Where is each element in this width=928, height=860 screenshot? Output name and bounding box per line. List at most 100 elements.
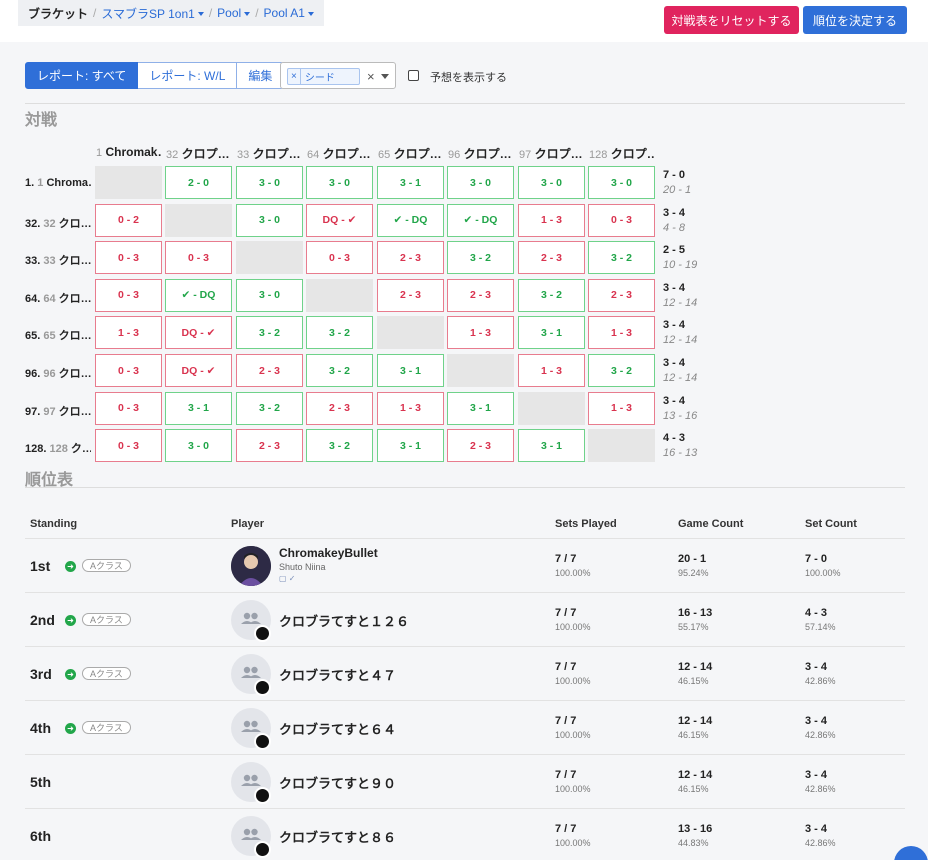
match-score-cell[interactable]: 3 - 0 [306, 166, 373, 199]
avatar[interactable] [231, 600, 271, 642]
match-score-cell[interactable]: 2 - 3 [236, 429, 303, 463]
reset-matches-button[interactable]: 対戦表をリセットする [664, 6, 799, 34]
match-score-cell[interactable]: 3 - 1 [447, 391, 514, 425]
row-record: 7 - 0 20 - 1 [663, 168, 691, 198]
row-rank: 1. [25, 177, 35, 189]
class-badge[interactable]: Aクラス [82, 667, 131, 680]
match-score-cell[interactable]: 3 - 2 [588, 354, 655, 387]
match-score-cell[interactable]: 3 - 2 [236, 391, 303, 425]
match-score-cell[interactable]: 3 - 2 [306, 429, 373, 463]
set-record: 3 - 4 [663, 206, 686, 219]
match-score-cell[interactable]: ✔ - DQ [165, 278, 232, 312]
match-score-cell[interactable]: 3 - 2 [236, 316, 303, 350]
class-badge[interactable]: Aクラス [82, 721, 131, 734]
breadcrumb-pool[interactable]: Pool A1 [264, 6, 314, 20]
match-score-cell[interactable]: DQ - ✔ [165, 354, 232, 387]
class-badge[interactable]: Aクラス [82, 559, 131, 572]
avatar[interactable] [231, 546, 271, 586]
player-name[interactable]: クロブラてすと９０ [279, 773, 396, 792]
finalize-standings-button[interactable]: 順位を決定する [803, 6, 907, 34]
report-all-button[interactable]: レポート: すべて [25, 62, 139, 89]
chip-remove-icon[interactable]: × [288, 69, 301, 84]
match-score-cell[interactable]: 0 - 3 [95, 278, 162, 312]
match-score-cell[interactable]: 3 - 1 [518, 316, 585, 350]
match-score-cell[interactable]: 2 - 3 [236, 354, 303, 387]
standings-row: 5th クロブラてすと９０ 7 / 7 100.00% 12 - 14 46.15% 3 -… [25, 754, 905, 808]
match-score-cell[interactable]: 3 - 2 [447, 241, 514, 275]
match-score-cell[interactable]: 3 - 0 [236, 278, 303, 312]
match-score-cell[interactable]: 2 - 3 [447, 278, 514, 312]
match-score-cell[interactable]: 2 - 3 [518, 241, 585, 275]
match-score-cell[interactable]: 2 - 3 [377, 241, 444, 275]
match-score-cell[interactable]: 3 - 0 [236, 166, 303, 199]
breadcrumb-tournament[interactable]: スマブラSP 1on1 [101, 5, 204, 22]
match-score-cell[interactable]: 1 - 3 [95, 316, 162, 350]
clear-icon[interactable]: × [367, 69, 375, 84]
match-score-cell[interactable]: 3 - 1 [377, 354, 444, 387]
avatar[interactable] [231, 654, 271, 696]
column-header: 128 クロプ… [589, 145, 655, 162]
lock-icon [254, 841, 271, 858]
match-score-cell[interactable]: 1 - 3 [588, 316, 655, 350]
lock-icon [254, 733, 271, 750]
top-bar: ブラケット / スマブラSP 1on1 / Pool / Pool A1 対戦表… [0, 0, 928, 42]
avatar[interactable] [231, 816, 271, 858]
match-score-cell[interactable]: 1 - 3 [518, 354, 585, 387]
match-score-cell[interactable]: 3 - 0 [518, 166, 585, 199]
class-badge[interactable]: Aクラス [82, 613, 131, 626]
player-name[interactable]: ChromakeyBullet [279, 546, 378, 560]
dropdown-arrow-icon[interactable] [381, 74, 389, 79]
match-score-cell[interactable]: 2 - 3 [447, 429, 514, 463]
match-score-cell[interactable]: 3 - 1 [377, 166, 444, 199]
match-score-cell[interactable]: 1 - 3 [588, 391, 655, 425]
match-score-cell[interactable]: 0 - 2 [95, 203, 162, 237]
player-name[interactable]: クロブラてすと１２６ [279, 611, 409, 630]
match-score-cell[interactable]: 3 - 2 [588, 241, 655, 275]
match-score-cell[interactable]: ✔ - DQ [377, 203, 444, 237]
breadcrumb-home[interactable]: ブラケット [28, 5, 88, 22]
match-score-cell[interactable]: 2 - 3 [588, 278, 655, 312]
social-icons[interactable]: ▢ ✓ [279, 574, 295, 583]
match-score-cell[interactable]: 3 - 0 [588, 166, 655, 199]
sort-select[interactable]: × シード × [280, 62, 396, 89]
player-name[interactable]: クロブラてすと４７ [279, 665, 396, 684]
avatar[interactable] [231, 708, 271, 750]
match-score-cell[interactable]: 2 - 3 [377, 278, 444, 312]
match-score-cell[interactable]: 3 - 2 [518, 278, 585, 312]
row-rank: 97. [25, 405, 41, 418]
matrix-cell-self [165, 203, 232, 237]
match-score-cell[interactable]: 3 - 2 [306, 354, 373, 387]
match-score-cell[interactable]: 3 - 1 [165, 391, 232, 425]
row-seed: 64 [43, 292, 56, 305]
match-score-cell[interactable]: DQ - ✔ [165, 316, 232, 350]
match-score-cell[interactable]: ✔ - DQ [447, 203, 514, 237]
match-score-cell[interactable]: 0 - 3 [95, 429, 162, 463]
match-score-cell[interactable]: 0 - 3 [306, 241, 373, 275]
match-score-cell[interactable]: 3 - 1 [377, 429, 444, 463]
match-score-cell[interactable]: 0 - 3 [95, 391, 162, 425]
report-wl-button[interactable]: レポート: W/L [138, 62, 238, 89]
row-header: 64. 64 クロ… [25, 290, 91, 306]
match-score-cell[interactable]: 0 - 3 [165, 241, 232, 275]
match-score-cell[interactable]: 1 - 3 [447, 316, 514, 350]
match-score-cell[interactable]: 1 - 3 [377, 391, 444, 425]
match-score-cell[interactable]: 3 - 1 [518, 429, 585, 463]
edit-button[interactable]: 編集 [237, 62, 285, 89]
avatar[interactable] [231, 762, 271, 804]
match-score-cell[interactable]: DQ - ✔ [306, 203, 373, 237]
match-score-cell[interactable]: 3 - 0 [236, 203, 303, 237]
match-score-cell[interactable]: 2 - 3 [306, 391, 373, 425]
match-score-cell[interactable]: 3 - 0 [165, 429, 232, 463]
set-record: 7 - 0 [663, 169, 686, 181]
player-name[interactable]: クロブラてすと６４ [279, 719, 396, 738]
match-score-cell[interactable]: 3 - 0 [447, 166, 514, 199]
match-score-cell[interactable]: 3 - 2 [306, 316, 373, 350]
match-score-cell[interactable]: 0 - 3 [95, 354, 162, 387]
player-name[interactable]: クロブラてすと８６ [279, 827, 396, 846]
show-prediction-checkbox[interactable] [408, 70, 419, 81]
match-score-cell[interactable]: 0 - 3 [95, 241, 162, 275]
match-score-cell[interactable]: 0 - 3 [588, 203, 655, 237]
match-score-cell[interactable]: 2 - 0 [165, 166, 232, 199]
breadcrumb-phase[interactable]: Pool [217, 6, 251, 20]
match-score-cell[interactable]: 1 - 3 [518, 203, 585, 237]
